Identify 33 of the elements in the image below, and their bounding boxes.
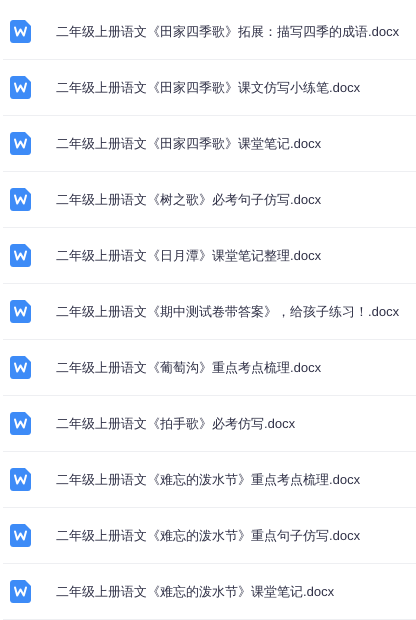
file-name: 二年级上册语文《树之歌》必考句子仿写.docx [56,190,322,209]
word-document-icon [10,76,31,99]
file-row[interactable]: 二年级上册语文《期中测试卷带答案》，给孩子练习！.docx [3,284,416,340]
file-row[interactable]: 二年级上册语文《田家四季歌》拓展：描写四季的成语.docx [3,4,416,60]
file-row[interactable]: 二年级上册语文《难忘的泼水节》重点句子仿写.docx [3,508,416,564]
file-row[interactable]: 二年级上册语文《田家四季歌》课文仿写小练笔.docx [3,60,416,116]
file-row[interactable]: 二年级上册语文《难忘的泼水节》重点考点梳理.docx [3,452,416,508]
file-name: 二年级上册语文《田家四季歌》拓展：描写四季的成语.docx [56,22,400,41]
file-name: 二年级上册语文《拍手歌》必考仿写.docx [56,414,296,433]
word-document-icon [10,412,31,435]
file-row[interactable]: 二年级上册语文《日月潭》课堂笔记整理.docx [3,228,416,284]
word-document-icon [10,188,31,211]
file-name: 二年级上册语文《难忘的泼水节》课堂笔记.docx [56,582,334,601]
file-row[interactable]: 二年级上册语文《田家四季歌》课堂笔记.docx [3,116,416,172]
word-document-icon [10,524,31,547]
file-name: 二年级上册语文《难忘的泼水节》重点考点梳理.docx [56,470,360,489]
file-row[interactable]: 二年级上册语文《拍手歌》必考仿写.docx [3,396,416,452]
file-name: 二年级上册语文《田家四季歌》课文仿写小练笔.docx [56,78,360,97]
word-document-icon [10,300,31,323]
file-row[interactable]: 二年级上册语文《难忘的泼水节》课堂笔记.docx [3,564,416,620]
word-document-icon [10,580,31,603]
word-document-icon [10,356,31,379]
word-document-icon [10,20,31,43]
file-name: 二年级上册语文《难忘的泼水节》重点句子仿写.docx [56,526,360,545]
file-name: 二年级上册语文《葡萄沟》重点考点梳理.docx [56,358,322,377]
file-row[interactable]: 二年级上册语文《树之歌》必考句子仿写.docx [3,172,416,228]
file-name: 二年级上册语文《田家四季歌》课堂笔记.docx [56,134,322,153]
word-document-icon [10,244,31,267]
word-document-icon [10,468,31,491]
file-name: 二年级上册语文《期中测试卷带答案》，给孩子练习！.docx [56,302,400,321]
word-document-icon [10,132,31,155]
file-name: 二年级上册语文《日月潭》课堂笔记整理.docx [56,246,322,265]
file-row[interactable]: 二年级上册语文《葡萄沟》重点考点梳理.docx [3,340,416,396]
